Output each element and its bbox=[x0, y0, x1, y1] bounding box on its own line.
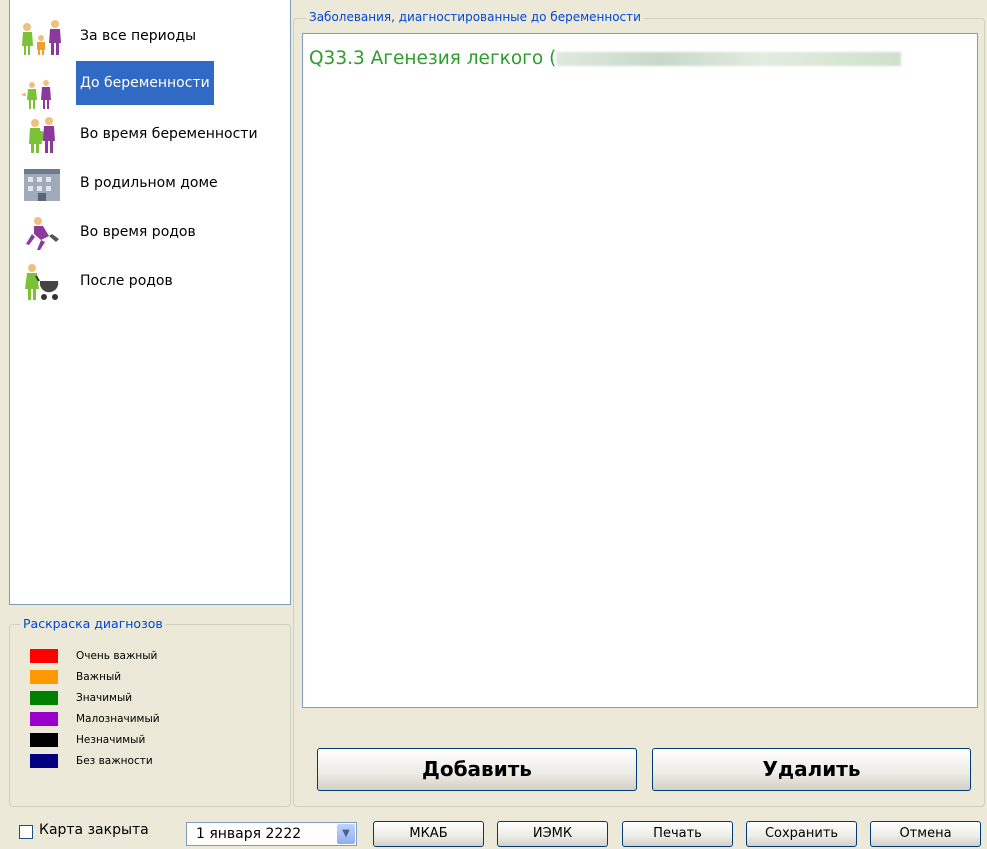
legend-label: Без важности bbox=[76, 755, 153, 767]
legend-swatch bbox=[30, 712, 58, 726]
labor-icon bbox=[26, 217, 59, 250]
legend-label: Значимый bbox=[76, 692, 133, 704]
legend-swatch bbox=[30, 754, 58, 768]
period-item-before-pregnancy[interactable]: До беременности bbox=[10, 61, 290, 109]
legend-label: Очень важный bbox=[76, 650, 158, 662]
date-picker[interactable]: 1 января 2222 ▼ bbox=[186, 822, 357, 846]
date-value: 1 января 2222 bbox=[196, 826, 302, 842]
couple-icon bbox=[21, 80, 51, 109]
legend-swatch bbox=[30, 670, 58, 684]
legend-label: Важный bbox=[76, 671, 122, 683]
print-button[interactable]: Печать bbox=[622, 821, 733, 847]
redacted-text bbox=[556, 52, 902, 66]
period-item-after-labor[interactable]: После родов bbox=[10, 257, 290, 305]
legend-title: Раскраска диагнозов bbox=[20, 616, 166, 631]
mkab-button[interactable]: МКАБ bbox=[373, 821, 484, 847]
diagnosis-text: Q33.3 Агенезия легкого ( bbox=[309, 48, 557, 69]
period-item-during-pregnancy[interactable]: Во время беременности bbox=[10, 110, 290, 158]
diagnoses-list[interactable]: Q33.3 Агенезия легкого ( bbox=[302, 33, 978, 708]
cancel-button[interactable]: Отмена bbox=[870, 821, 981, 847]
family-icon bbox=[22, 20, 61, 55]
period-item-during-labor[interactable]: Во время родов bbox=[10, 208, 290, 256]
diagnoses-title: Заболевания, диагностированные до береме… bbox=[306, 10, 644, 24]
legend-swatch bbox=[30, 649, 58, 663]
period-label: В родильном доме bbox=[80, 175, 218, 191]
period-item-all[interactable]: За все периоды bbox=[10, 12, 290, 60]
period-label: После родов bbox=[80, 273, 173, 289]
legend-swatch bbox=[30, 733, 58, 747]
legend-label: Незначимый bbox=[76, 734, 146, 746]
period-label: Во время родов bbox=[80, 224, 196, 240]
legend-swatch bbox=[30, 691, 58, 705]
delete-button[interactable]: Удалить bbox=[652, 748, 971, 791]
add-button[interactable]: Добавить bbox=[317, 748, 637, 791]
chevron-down-icon[interactable]: ▼ bbox=[337, 824, 355, 844]
periods-list[interactable]: За все периоды До беременности Во время … bbox=[9, 0, 291, 605]
pregnant-icon bbox=[29, 117, 55, 153]
period-item-maternity-hospital[interactable]: В родильном доме bbox=[10, 159, 290, 207]
mother-stroller-icon bbox=[25, 264, 59, 300]
period-label: До беременности bbox=[76, 61, 214, 105]
save-button[interactable]: Сохранить bbox=[746, 821, 857, 847]
period-label: Во время беременности bbox=[80, 126, 258, 142]
hospital-building-icon bbox=[24, 169, 60, 201]
period-label: За все периоды bbox=[80, 28, 197, 44]
legend-label: Малозначимый bbox=[76, 713, 160, 725]
card-closed-checkbox[interactable] bbox=[19, 825, 33, 839]
legend-group: Раскраска диагнозов Очень важный Важный … bbox=[9, 616, 291, 807]
izmk-button[interactable]: ИЭМК bbox=[497, 821, 608, 847]
diagnosis-item[interactable]: Q33.3 Агенезия легкого ( bbox=[309, 48, 902, 69]
card-closed-label: Карта закрыта bbox=[39, 822, 149, 838]
